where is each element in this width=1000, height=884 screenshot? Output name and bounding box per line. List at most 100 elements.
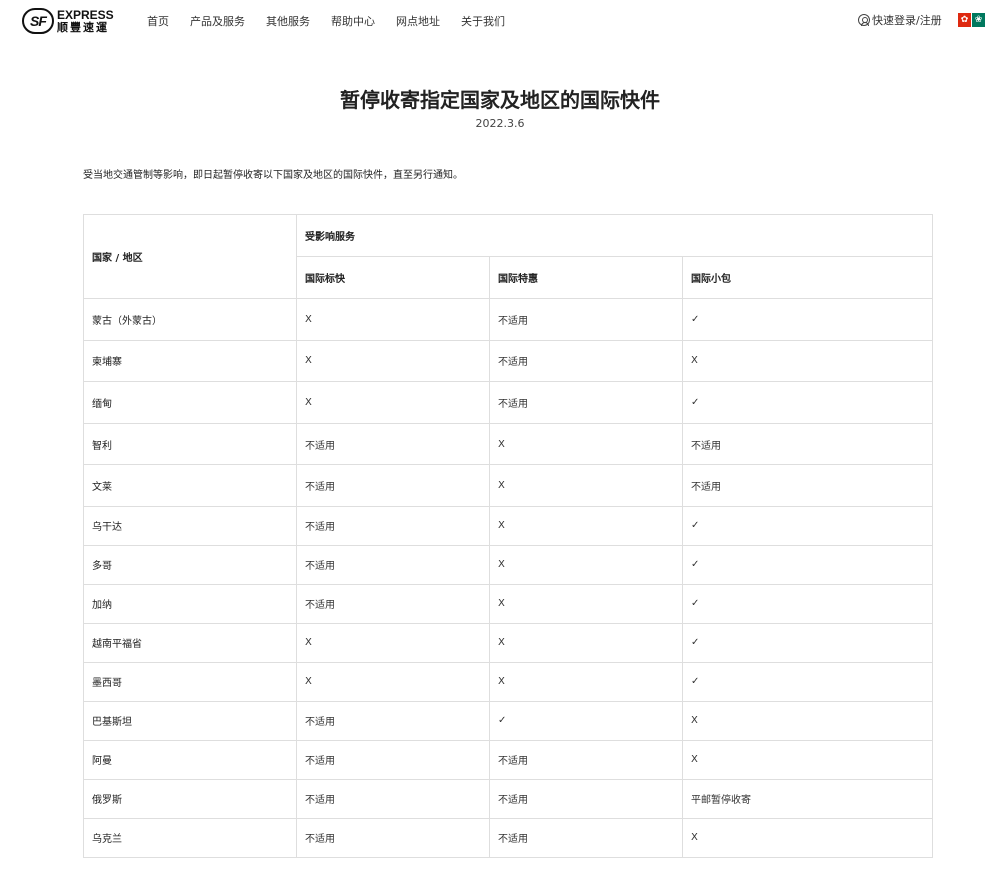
country-cell: 乌干达 <box>83 505 297 546</box>
logo-cn: 顺豐速運 <box>57 21 109 34</box>
service-status-cell: 不适用 <box>296 505 490 546</box>
country-cell: 文莱 <box>83 464 297 507</box>
service-status-cell: 不适用 <box>296 464 490 507</box>
intro-text: 受当地交通管制等影响，即日起暂停收寄以下国家及地区的国际快件，直至另行通知。 <box>83 170 463 181</box>
service-status-cell: X <box>489 583 683 624</box>
service-status-cell: 不适用 <box>489 739 683 780</box>
country-cell: 阿曼 <box>83 739 297 780</box>
service-status-cell: X <box>296 339 490 383</box>
user-icon <box>858 14 870 26</box>
service-status-cell: 不适用 <box>681 464 934 507</box>
country-cell: 越南平福省 <box>83 622 297 663</box>
table-row: 文莱 不适用 X 不适用 <box>83 464 934 507</box>
page-date: 2022.3.6 <box>475 117 525 130</box>
table-row: 蒙古（外蒙古） X 不适用 ✓ <box>83 298 934 341</box>
nav-help[interactable]: 帮助中心 <box>331 13 375 29</box>
service-status-cell: ✓ <box>681 381 934 424</box>
service-status-cell: ✓ <box>681 661 934 702</box>
service-status-cell: X <box>489 544 683 585</box>
service-status-cell: ✓ <box>681 505 934 546</box>
service-status-cell: X <box>296 622 490 663</box>
region-flag-selector[interactable]: ✿ ❀ <box>958 13 985 27</box>
service-status-cell: 不适用 <box>296 544 490 585</box>
service-status-cell: ✓ <box>489 700 683 741</box>
country-cell: 乌克兰 <box>83 817 297 858</box>
service-status-cell: 不适用 <box>489 339 683 383</box>
service-status-cell: 不适用 <box>489 778 683 819</box>
service-status-cell: ✓ <box>681 622 934 663</box>
suspension-table-wrap: 国家 / 地区 受影响服务 国际标快 国际特惠 国际小包 蒙古（外蒙古） X 不适用… <box>83 214 934 858</box>
service-status-cell: X <box>489 422 683 466</box>
service-status-cell: 不适用 <box>296 778 490 819</box>
nav-home[interactable]: 首页 <box>147 13 169 29</box>
service-status-cell: 不适用 <box>489 298 683 341</box>
nav-products[interactable]: 产品及服务 <box>190 13 245 29</box>
table-header-row: 国家 / 地区 受影响服务 <box>83 214 934 299</box>
service-status-cell: X <box>296 661 490 702</box>
service-status-cell: ✓ <box>681 544 934 585</box>
table-body: 蒙古（外蒙古） X 不适用 ✓ 柬埔寨 X 不适用 X 缅甸 X 不适用 ✓ 智利 不适用 X 不适用 文莱 不适… <box>83 298 934 858</box>
service-status-cell: ✓ <box>681 583 934 624</box>
country-cell: 巴基斯坦 <box>83 700 297 741</box>
nav-other-services[interactable]: 其他服务 <box>266 13 310 29</box>
service-status-cell: X <box>296 298 490 341</box>
country-cell: 俄罗斯 <box>83 778 297 819</box>
service-status-cell: 不适用 <box>296 700 490 741</box>
suspension-table: 国家 / 地区 受影响服务 国际标快 国际特惠 国际小包 蒙古（外蒙古） X 不适用… <box>83 214 934 858</box>
table-row: 俄罗斯 不适用 不适用 平邮暂停收寄 <box>83 778 934 819</box>
service-status-cell: 不适用 <box>681 422 934 466</box>
service-status-cell: X <box>489 464 683 507</box>
hk-flag-icon: ✿ <box>958 13 971 27</box>
login-link[interactable]: 快速登录/注册 <box>858 12 942 28</box>
table-row: 巴基斯坦 不适用 ✓ X <box>83 700 934 741</box>
nav-about[interactable]: 关于我们 <box>461 13 505 29</box>
table-row: 墨西哥 X X ✓ <box>83 661 934 702</box>
logo-text: EXPRESS 顺豐速運 <box>57 9 114 33</box>
col-group-header: 受影响服务 <box>295 214 934 257</box>
sf-express-logo[interactable]: SF EXPRESS 顺豐速運 <box>22 8 114 34</box>
logo-en: EXPRESS <box>57 8 114 22</box>
col-service-header: 国际特惠 <box>489 256 683 299</box>
table-row: 越南平福省 X X ✓ <box>83 622 934 663</box>
service-status-cell: X <box>681 817 934 858</box>
service-status-cell: 不适用 <box>296 739 490 780</box>
service-status-cell: 平邮暂停收寄 <box>681 778 934 819</box>
service-status-cell: X <box>489 622 683 663</box>
table-row: 智利 不适用 X 不适用 <box>83 422 934 466</box>
country-cell: 蒙古（外蒙古） <box>83 298 297 341</box>
col-service-header: 国际标快 <box>296 256 490 299</box>
login-label: 快速登录/注册 <box>872 14 942 27</box>
mo-flag-icon: ❀ <box>972 13 985 27</box>
service-status-cell: X <box>681 700 934 741</box>
table-row: 乌干达 不适用 X ✓ <box>83 505 934 546</box>
site-header: SF EXPRESS 顺豐速運 首页 产品及服务 其他服务 帮助中心 网点地址 … <box>0 0 1000 42</box>
table-row: 多哥 不适用 X ✓ <box>83 544 934 585</box>
col-country-header: 国家 / 地区 <box>83 214 297 299</box>
sf-logo-mark: SF <box>22 8 54 34</box>
service-status-cell: X <box>296 381 490 424</box>
table-row: 柬埔寨 X 不适用 X <box>83 339 934 383</box>
table-row: 乌克兰 不适用 不适用 X <box>83 817 934 858</box>
service-status-cell: 不适用 <box>296 583 490 624</box>
nav-outlets[interactable]: 网点地址 <box>396 13 440 29</box>
table-row: 加纳 不适用 X ✓ <box>83 583 934 624</box>
service-status-cell: X <box>681 339 934 383</box>
country-cell: 缅甸 <box>83 381 297 424</box>
service-status-cell: X <box>681 739 934 780</box>
country-cell: 加纳 <box>83 583 297 624</box>
service-status-cell: X <box>489 505 683 546</box>
country-cell: 柬埔寨 <box>83 339 297 383</box>
col-service-header: 国际小包 <box>681 256 934 299</box>
service-status-cell: 不适用 <box>489 817 683 858</box>
service-status-cell: X <box>489 661 683 702</box>
country-cell: 墨西哥 <box>83 661 297 702</box>
table-row: 阿曼 不适用 不适用 X <box>83 739 934 780</box>
country-cell: 多哥 <box>83 544 297 585</box>
service-status-cell: 不适用 <box>489 381 683 424</box>
main-nav: 首页 产品及服务 其他服务 帮助中心 网点地址 关于我们 <box>147 13 526 29</box>
service-status-cell: 不适用 <box>296 817 490 858</box>
service-status-cell: ✓ <box>681 298 934 341</box>
page-title: 暂停收寄指定国家及地区的国际快件 <box>340 88 660 112</box>
service-status-cell: 不适用 <box>296 422 490 466</box>
country-cell: 智利 <box>83 422 297 466</box>
